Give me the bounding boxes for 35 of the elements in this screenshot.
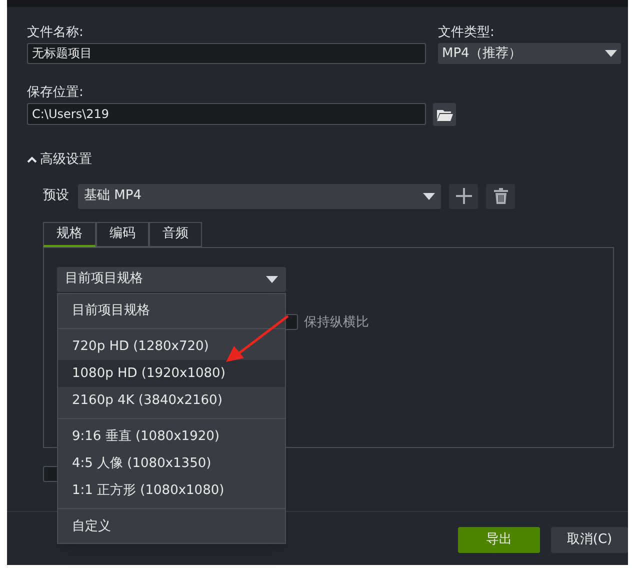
file-type-label: 文件类型: [438,24,496,42]
size-select[interactable]: 目前项目规格 [57,266,286,292]
preset-select[interactable]: 基础 MP4 [78,184,441,208]
dropdown-caret-icon [266,276,278,282]
delete-preset-button[interactable] [486,184,515,208]
annotation-arrow [224,314,290,364]
save-location-label: 保存位置: [27,84,84,102]
tab[interactable]: 编码 [96,222,149,246]
menu-item[interactable]: 1080p HD (1920x1080) [58,360,285,387]
menu-item[interactable]: 目前项目规格 [58,297,285,324]
keep-aspect-label: 保持纵横比 [304,314,369,332]
menu-item[interactable]: 720p HD (1280x720) [58,333,285,360]
file-type-select[interactable]: MP4（推荐） [438,43,621,64]
dropdown-caret-icon [605,50,617,57]
tab[interactable]: 规格 [43,222,96,246]
menu-item[interactable]: 自定义 [58,513,285,540]
chevron-icon [27,156,37,164]
dropdown-caret-icon [423,192,435,200]
advanced-settings-toggle[interactable]: 高级设置 [27,150,92,170]
add-preset-button[interactable] [449,184,478,208]
trash-icon [494,188,508,204]
export-button[interactable]: 导出 [458,527,540,553]
file-name-field[interactable]: 无标题项目 [27,43,426,64]
save-location-field[interactable]: C:\Users\219 [27,103,426,125]
plus-icon [456,188,472,204]
menu-item[interactable]: 1:1 正方形 (1080x1080) [58,477,285,504]
menu-item[interactable]: 4:5 人像 (1080x1350) [58,450,285,477]
preset-label: 预设 [43,187,70,206]
browse-folder-button[interactable] [433,103,456,126]
tab[interactable]: 音频 [149,222,202,246]
file-name-label: 文件名称: [27,24,84,42]
menu-item[interactable]: 2160p 4K (3840x2160) [58,387,285,414]
folder-icon [436,108,452,120]
cancel-button[interactable]: 取消(C) [551,527,628,553]
menu-item[interactable]: 9:16 垂直 (1080x1920) [58,423,285,450]
